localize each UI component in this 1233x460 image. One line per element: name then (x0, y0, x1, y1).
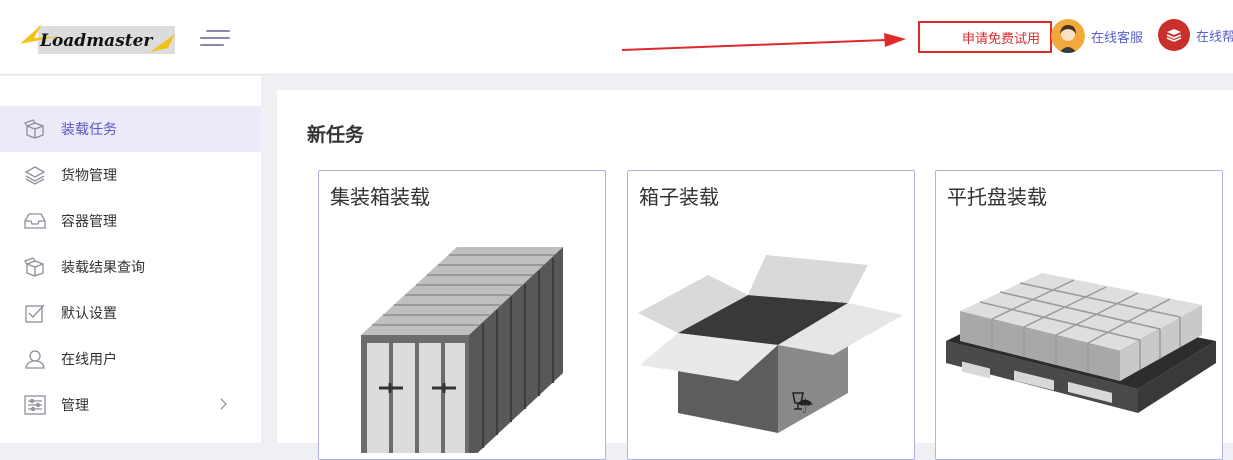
sidebar-item-cargo-management[interactable]: 货物管理 (0, 152, 261, 198)
sidebar-item-label: 装载结果查询 (61, 260, 145, 276)
card-title: 平托盘装载 (947, 185, 1047, 209)
sidebar: 装载任务 货物管理 容器管理 装载结果查询 默认设置 在线用户 管理 (0, 76, 261, 443)
layers-icon (24, 164, 46, 186)
user-icon (24, 348, 46, 370)
section-title: 新任务 (307, 124, 365, 146)
help-label: 在线帮 (1196, 29, 1233, 45)
sidebar-item-label: 管理 (61, 398, 89, 414)
free-trial-button[interactable]: 申请免费试用 (918, 21, 1052, 53)
sidebar-item-loading-tasks[interactable]: 装载任务 (0, 106, 261, 152)
service-label: 在线客服 (1091, 30, 1144, 46)
card-title: 集装箱装载 (330, 185, 430, 209)
red-arrow-annotation (621, 33, 906, 51)
sidebar-item-label: 容器管理 (61, 214, 117, 230)
top-header: Loadmaster 申请免费试用 在线客服 在线帮 (0, 0, 1233, 75)
service-avatar-icon (1051, 19, 1085, 53)
menu-toggle-icon[interactable] (200, 28, 230, 48)
sidebar-item-label: 在线用户 (61, 352, 117, 368)
box-search-icon (24, 256, 46, 278)
cardboard-box-image: ☂ (638, 255, 903, 433)
box-open-icon (24, 118, 46, 140)
card-title: 箱子装载 (639, 185, 719, 209)
sidebar-item-result-query[interactable]: 装载结果查询 (0, 244, 261, 290)
loadmaster-logo[interactable]: Loadmaster (20, 22, 175, 54)
checkbox-icon (24, 302, 46, 324)
sidebar-item-label: 货物管理 (61, 168, 117, 184)
sidebar-item-label: 默认设置 (61, 306, 117, 322)
help-stack-icon (1158, 19, 1190, 51)
sidebar-item-online-users[interactable]: 在线用户 (0, 336, 261, 382)
box-loading-card[interactable]: 箱子装载 ☂ (627, 170, 915, 460)
container-loading-card[interactable]: 集装箱装载 (318, 170, 606, 460)
chevron-right-icon (220, 398, 227, 410)
online-service-link[interactable]: 在线客服 (1051, 19, 1143, 53)
online-help-link[interactable]: 在线帮 (1158, 19, 1233, 51)
sidebar-item-container-management[interactable]: 容器管理 (0, 198, 261, 244)
sidebar-item-admin[interactable]: 管理 (0, 382, 261, 428)
main-panel: 新任务 集装箱装载 箱子装载 ☂ 平托盘装载 (277, 90, 1233, 460)
pallet-loading-card[interactable]: 平托盘装载 (935, 170, 1223, 460)
sliders-icon (24, 394, 46, 416)
sidebar-item-default-settings[interactable]: 默认设置 (0, 290, 261, 336)
inbox-icon (24, 210, 46, 232)
pallet-image (946, 273, 1216, 413)
logo-text: Loadmaster (39, 31, 153, 51)
sidebar-item-label: 装载任务 (61, 122, 117, 138)
shipping-container-image (361, 247, 563, 453)
